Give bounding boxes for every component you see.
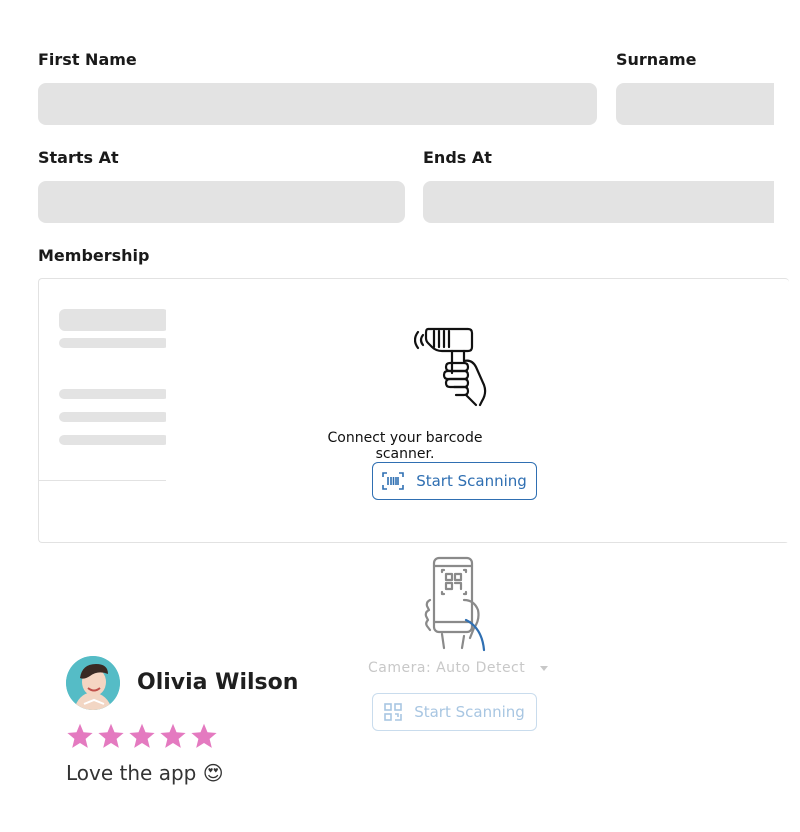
- skeleton-line: [59, 338, 169, 348]
- start-camera-scanning-button[interactable]: Start Scanning: [372, 693, 537, 731]
- reviewer-name: Olivia Wilson: [137, 670, 299, 695]
- avatar: [66, 656, 120, 710]
- first-name-label: First Name: [38, 50, 137, 69]
- skeleton-line: [59, 435, 169, 445]
- review-text-content: Love the app: [66, 761, 197, 785]
- starts-at-label: Starts At: [38, 148, 119, 167]
- star-icon: [67, 723, 93, 748]
- skeleton-line: [59, 389, 169, 399]
- star-icon: [160, 723, 186, 748]
- star-icon: [98, 723, 124, 748]
- start-scanning-label: Start Scanning: [416, 472, 527, 490]
- star-rating: [66, 722, 226, 752]
- phone-qr-hand-icon: [424, 556, 488, 652]
- scanner-message: Connect your barcode scanner.: [327, 430, 483, 462]
- surname-label: Surname: [616, 50, 697, 69]
- start-camera-scanning-label: Start Scanning: [414, 703, 525, 721]
- star-icon: [129, 723, 155, 748]
- qr-code-icon: [384, 703, 403, 721]
- heart-eyes-emoji: 😍: [202, 761, 224, 785]
- review-text: Love the app 😍: [66, 761, 224, 785]
- ends-at-label: Ends At: [423, 148, 492, 167]
- star-icon: [191, 723, 217, 748]
- skeleton-line: [59, 412, 169, 422]
- start-scanning-button[interactable]: Start Scanning: [372, 462, 537, 500]
- starts-at-field[interactable]: [38, 181, 405, 223]
- chevron-down-icon: [540, 665, 549, 671]
- barcode-icon: [382, 472, 405, 490]
- skeleton-line: [59, 309, 169, 331]
- first-name-field[interactable]: [38, 83, 597, 125]
- barcode-scanner-hand-icon: [413, 325, 498, 407]
- camera-select[interactable]: Camera: Auto Detect: [368, 660, 549, 676]
- surname-field[interactable]: [616, 83, 774, 125]
- camera-select-value: Camera: Auto Detect: [368, 660, 526, 676]
- membership-label: Membership: [38, 246, 150, 265]
- ends-at-field[interactable]: [423, 181, 774, 223]
